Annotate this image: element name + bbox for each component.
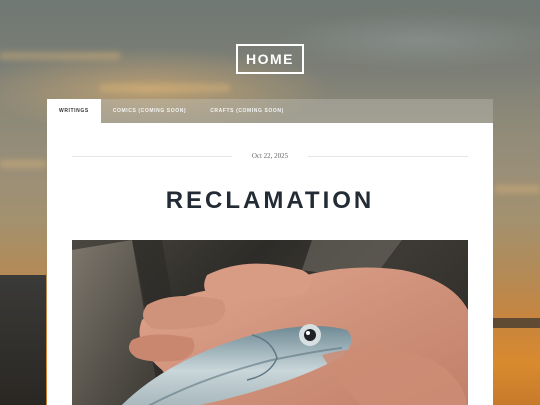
background-hill <box>0 275 46 405</box>
fish-in-hand-icon <box>72 240 468 405</box>
post-title[interactable]: RECLAMATION <box>47 187 493 215</box>
tab-writings[interactable]: WRITINGS <box>47 99 101 123</box>
post-featured-image[interactable] <box>72 240 468 405</box>
background-cloud-dark <box>493 318 540 328</box>
tab-comics[interactable]: COMICS (COMING SOON) <box>101 99 198 123</box>
post-card: Oct 22, 2025 RECLAMATION <box>47 123 493 405</box>
tab-crafts[interactable]: CRAFTS (COMING SOON) <box>198 99 296 123</box>
cloud-decoration <box>100 84 230 92</box>
divider <box>308 155 469 157</box>
post-date-row: Oct 22, 2025 <box>72 150 469 162</box>
cloud-decoration <box>495 185 540 193</box>
post-date: Oct 22, 2025 <box>251 152 289 160</box>
home-button[interactable]: HOME <box>236 44 304 74</box>
cloud-decoration <box>0 52 120 60</box>
divider <box>72 155 232 157</box>
tab-bar: WRITINGS COMICS (COMING SOON) CRAFTS (CO… <box>47 99 493 123</box>
cloud-decoration <box>0 160 46 168</box>
